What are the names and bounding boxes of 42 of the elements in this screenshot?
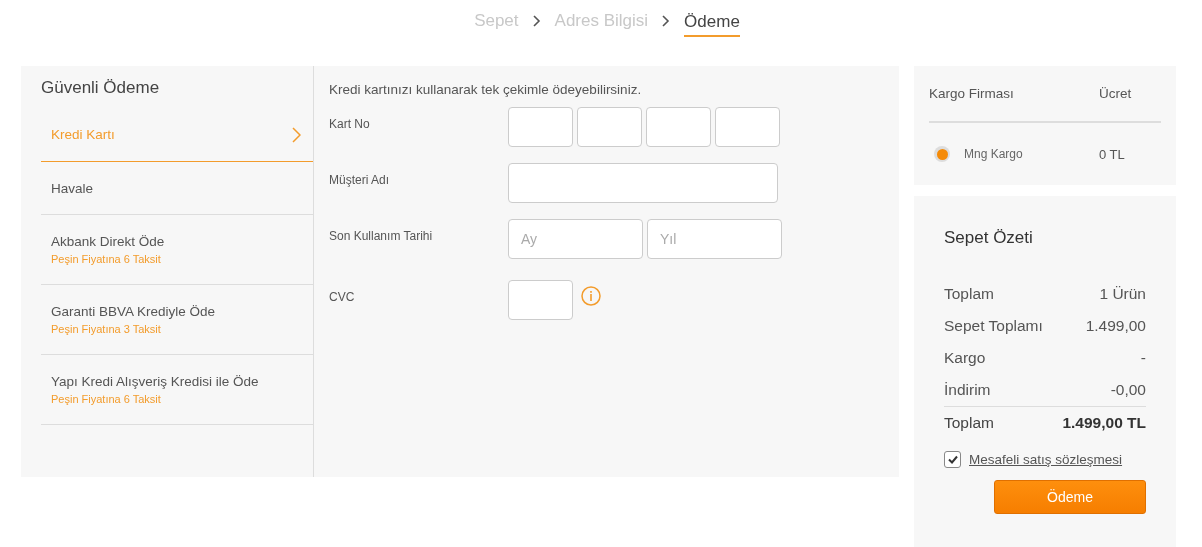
card-number-field[interactable]	[577, 107, 642, 147]
card-number-field[interactable]	[646, 107, 711, 147]
info-icon[interactable]	[581, 286, 601, 306]
chevron-right-icon	[292, 126, 301, 143]
field-label: Kart No	[329, 116, 371, 131]
section-title: Güvenli Ödeme	[40, 77, 161, 99]
agreement-link[interactable]: Mesafeli satış sözleşmesi	[969, 452, 1123, 467]
name-field[interactable]	[508, 163, 778, 203]
breadcrumb-step[interactable]: Ödeme	[684, 7, 740, 37]
field-label: Müşteri Adı	[329, 172, 391, 187]
column-header: Ücret	[1099, 86, 1132, 101]
summary-label: Sepet Toplamı	[944, 317, 1043, 335]
chevron-right-icon	[662, 15, 671, 27]
summary-value: 1.499,00	[1085, 317, 1146, 335]
summary-label: İndirim	[944, 381, 991, 399]
expiry-field[interactable]: Yıl	[647, 219, 782, 259]
card-number-field[interactable]	[508, 107, 573, 147]
cvc-field[interactable]	[508, 280, 573, 320]
summary-label: Kargo	[944, 349, 986, 367]
summary-value: -0,00	[1110, 381, 1146, 399]
summary-label: Toplam	[944, 285, 994, 303]
payment-method-item[interactable]: Akbank Direkt Öde Peşin Fiyatına 6 Taksit	[41, 215, 313, 285]
summary-value: -	[1140, 349, 1146, 367]
checkbox[interactable]	[944, 451, 961, 468]
card-number-field[interactable]	[715, 107, 780, 147]
payment-method-item[interactable]: Garanti BBVA Krediyle Öde Peşin Fiyatına 3 Taksit	[41, 285, 313, 355]
radio-button[interactable]	[934, 146, 950, 162]
summary-value: 1.499,00 TL	[1062, 414, 1146, 432]
expiry-field[interactable]: Ay	[508, 219, 643, 259]
chevron-right-icon	[532, 15, 541, 27]
shipping-price: 0 TL	[1099, 146, 1125, 162]
field-label: Son Kullanım Tarihi	[329, 228, 434, 243]
instruction-text: Kredi kartınızı kullanarak tek çekimle ödeyebilirsiniz.	[329, 82, 643, 97]
column-header: Kargo Firması	[929, 86, 1015, 101]
payment-method-item[interactable]: Havale	[41, 162, 313, 215]
summary-value: 1 Ürün	[1099, 285, 1146, 303]
summary-label: Toplam	[944, 414, 994, 432]
carrier-name: Mng Kargo	[964, 147, 1024, 161]
payment-method-item[interactable]: Yapı Kredi Alışveriş Kredisi ile Öde Peşin Fiyatına 6 Taksit	[41, 355, 313, 425]
check-icon	[947, 455, 958, 464]
field-label: CVC	[329, 289, 356, 304]
summary-title: Sepet Özeti	[944, 227, 1034, 249]
